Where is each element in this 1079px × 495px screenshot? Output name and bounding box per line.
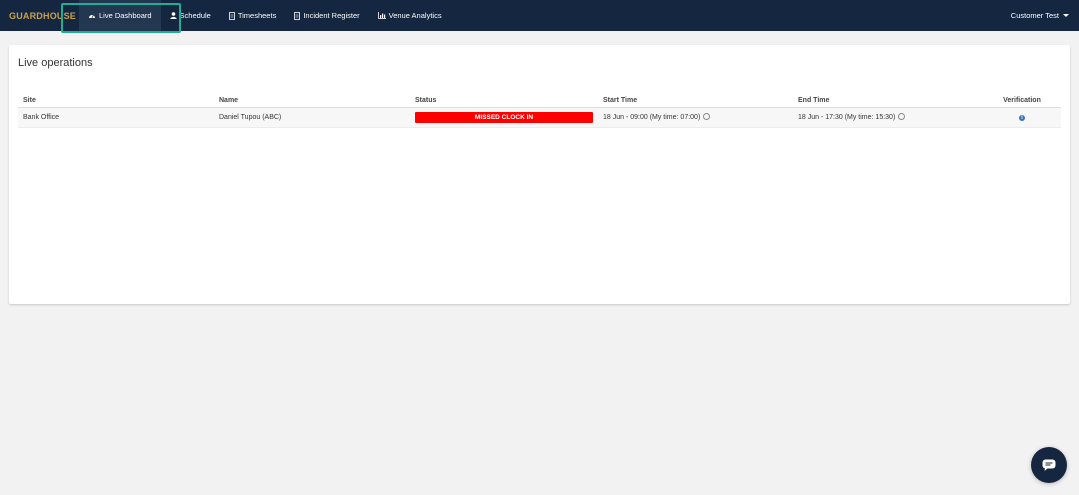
nav-timesheets[interactable]: Timesheets <box>220 0 286 31</box>
nav-timesheets-label: Timesheets <box>237 11 277 20</box>
end-time-text: 18 Jun - 17:30 (My time: 15:30) <box>798 114 896 121</box>
document-icon <box>228 11 235 20</box>
clock-icon <box>898 113 906 120</box>
nav-live-dashboard-label: Live Dashboard <box>99 11 152 20</box>
chat-button[interactable] <box>1031 447 1067 483</box>
column-header-start-time[interactable]: Start Time <box>598 94 793 108</box>
panel-title: Live operations <box>18 57 93 69</box>
status-badge: MISSED CLOCK IN <box>415 111 593 123</box>
nav-live-dashboard[interactable]: Live Dashboard <box>79 0 161 31</box>
cell-verification: i <box>983 107 1061 128</box>
cell-name: Daniel Tupou (ABC) <box>214 107 410 128</box>
column-header-verification[interactable]: Verification <box>983 94 1061 108</box>
document-icon <box>294 11 301 20</box>
user-menu[interactable]: Customer Test <box>1011 0 1069 31</box>
caret-down-icon <box>1063 14 1069 17</box>
start-time-text: 18 Jun - 09:00 (My time: 07:00) <box>603 114 701 121</box>
column-header-site[interactable]: Site <box>18 94 214 108</box>
chat-icon <box>1042 459 1056 471</box>
nav-schedule-label: Schedule <box>179 11 211 20</box>
nav-incident-register-label: Incident Register <box>303 11 360 20</box>
bar-chart-icon <box>377 12 386 19</box>
column-header-status[interactable]: Status <box>410 94 598 108</box>
column-header-name[interactable]: Name <box>214 94 410 108</box>
user-icon <box>169 12 177 19</box>
nav-incident-register[interactable]: Incident Register <box>285 0 368 31</box>
table-header-row: Site Name Status Start Time End Time Ver… <box>18 94 1061 108</box>
top-navbar: GUARDHOUSE Live Dashboard Schedule Times… <box>0 0 1079 31</box>
cell-site: Bank Office <box>18 107 214 128</box>
column-header-end-time[interactable]: End Time <box>793 94 983 108</box>
nav-schedule[interactable]: Schedule <box>161 0 220 31</box>
info-icon[interactable]: i <box>1019 114 1025 121</box>
cell-status: MISSED CLOCK IN <box>410 107 598 128</box>
user-name: Customer Test <box>1010 11 1059 20</box>
cell-end-time: 18 Jun - 17:30 (My time: 15:30) <box>793 107 983 128</box>
table-row[interactable]: Bank Office Daniel Tupou (ABC) MISSED CL… <box>18 107 1061 128</box>
nav-venue-analytics[interactable]: Venue Analytics <box>369 0 451 31</box>
brand-logo[interactable]: GUARDHOUSE <box>9 11 79 21</box>
operations-table: Site Name Status Start Time End Time Ver… <box>18 94 1061 128</box>
clock-icon <box>703 113 711 120</box>
live-operations-panel: Live operations Site Name Status Start T… <box>9 45 1070 304</box>
nav-venue-analytics-label: Venue Analytics <box>388 11 442 20</box>
cell-start-time: 18 Jun - 09:00 (My time: 07:00) <box>598 107 793 128</box>
dashboard-icon <box>89 14 95 19</box>
